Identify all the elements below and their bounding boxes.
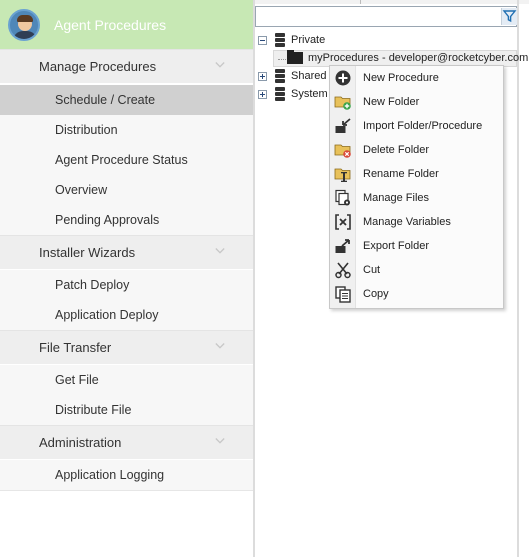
section-file-transfer[interactable]: File Transfer <box>0 330 253 364</box>
expand-icon[interactable] <box>258 89 267 99</box>
nav-item-patch-deploy[interactable]: Patch Deploy <box>0 270 253 300</box>
module-title: Agent Procedures <box>54 16 167 33</box>
tree-node-private[interactable]: Private <box>258 32 325 48</box>
navigation-panel: Agent Procedures Manage Procedures Sched… <box>0 0 253 557</box>
folder-icon <box>287 50 303 64</box>
section-label: Installer Wizards <box>39 245 136 260</box>
tree-node-system[interactable]: System <box>258 86 328 102</box>
nav-item-label: Distribution <box>55 123 118 137</box>
nav-item-label: Pending Approvals <box>55 213 160 227</box>
menu-item-copy[interactable]: Copy <box>330 282 503 306</box>
chevron-down-icon <box>215 438 225 444</box>
menu-item-new-procedure[interactable]: New Procedure <box>330 66 503 90</box>
menu-item-label: Cut <box>363 264 381 276</box>
menu-item-label: Manage Files <box>363 192 430 204</box>
menu-item-rename-folder[interactable]: Rename Folder <box>330 162 503 186</box>
nav-item-pending-approvals[interactable]: Pending Approvals <box>0 205 253 235</box>
section-label: File Transfer <box>39 340 112 355</box>
menu-item-import[interactable]: Import Folder/Procedure <box>330 114 503 138</box>
section-manage-procedures[interactable]: Manage Procedures <box>0 49 253 83</box>
menu-item-label: New Folder <box>363 96 420 108</box>
nav-item-label: Agent Procedure Status <box>55 153 188 167</box>
cabinet-icon <box>274 33 286 47</box>
menu-item-manage-variables[interactable]: Manage Variables <box>330 210 503 234</box>
nav-item-application-logging[interactable]: Application Logging <box>0 460 253 490</box>
plus-circle-icon <box>335 70 351 86</box>
tree-filter-input[interactable] <box>255 6 517 27</box>
nav-item-label: Patch Deploy <box>55 278 130 292</box>
menu-item-label: Manage Variables <box>363 216 451 228</box>
nav-item-agent-procedure-status[interactable]: Agent Procedure Status <box>0 145 253 175</box>
nav-item-application-deploy[interactable]: Application Deploy <box>0 300 253 330</box>
collapse-icon[interactable] <box>258 35 267 45</box>
folder-context-menu: New Procedure New Folder Import Folder/P… <box>329 65 504 309</box>
section-label: Manage Procedures <box>39 59 157 74</box>
export-icon <box>335 239 350 253</box>
tree-node-label: Shared <box>291 70 327 82</box>
tree-scroll-edge <box>517 0 519 557</box>
tree-node-shared[interactable]: Shared <box>258 68 326 84</box>
menu-item-new-folder[interactable]: New Folder <box>330 90 503 114</box>
nav-item-schedule-create[interactable]: Schedule / Create <box>0 85 253 115</box>
nav-item-get-file[interactable]: Get File <box>0 365 253 395</box>
menu-item-label: New Procedure <box>363 72 439 84</box>
nav-item-label: Distribute File <box>55 403 132 417</box>
section-administration[interactable]: Administration <box>0 425 253 459</box>
chevron-down-icon <box>215 62 225 68</box>
tree-node-label: Private <box>291 34 326 46</box>
nav-item-label: Schedule / Create <box>55 93 156 107</box>
tree-node-myprocedures-content[interactable]: myProcedures - developer@rocketcyber.com <box>287 50 528 66</box>
nav-item-label: Overview <box>55 183 108 197</box>
manage-files-icon <box>335 189 350 206</box>
menu-item-label: Import Folder/Procedure <box>363 120 483 132</box>
nav-empty-area <box>0 490 253 557</box>
nav-item-overview[interactable]: Overview <box>0 175 253 205</box>
nav-item-distribute-file[interactable]: Distribute File <box>0 395 253 425</box>
tree-node-label: myProcedures - developer@rocketcyber.com <box>308 52 529 64</box>
section-installer-wizards[interactable]: Installer Wizards <box>0 235 253 269</box>
nav-item-label: Application Deploy <box>55 308 159 322</box>
menu-item-export-folder[interactable]: Export Folder <box>330 234 503 258</box>
section-label: Administration <box>39 435 122 450</box>
menu-item-label: Export Folder <box>363 240 430 252</box>
chevron-down-icon <box>215 248 225 254</box>
module-header[interactable]: Agent Procedures <box>0 0 253 49</box>
nav-item-distribution[interactable]: Distribution <box>0 115 253 145</box>
tree-node-label: System <box>291 88 328 100</box>
menu-item-cut[interactable]: Cut <box>330 258 503 282</box>
expand-icon[interactable] <box>258 71 267 81</box>
nav-item-label: Application Logging <box>55 468 165 482</box>
delete-folder-icon <box>334 144 351 158</box>
chevron-down-icon <box>215 343 225 349</box>
filter-button[interactable] <box>501 8 517 25</box>
menu-item-label: Delete Folder <box>363 144 430 156</box>
nav-item-label: Get File <box>55 373 99 387</box>
menu-item-label: Rename Folder <box>363 168 439 180</box>
import-icon <box>335 118 351 133</box>
filter-icon <box>502 10 517 23</box>
scissors-icon <box>335 262 351 279</box>
menu-item-label: Copy <box>363 288 389 300</box>
new-folder-icon <box>334 96 351 110</box>
menu-item-delete-folder[interactable]: Delete Folder <box>330 138 503 162</box>
top-strip <box>255 0 529 4</box>
cabinet-icon <box>274 87 286 101</box>
variables-icon <box>335 214 351 230</box>
agent-avatar-icon <box>8 8 40 41</box>
cabinet-icon <box>274 69 286 83</box>
copy-icon <box>335 286 351 303</box>
menu-item-manage-files[interactable]: Manage Files <box>330 186 503 210</box>
rename-folder-icon <box>334 168 351 182</box>
